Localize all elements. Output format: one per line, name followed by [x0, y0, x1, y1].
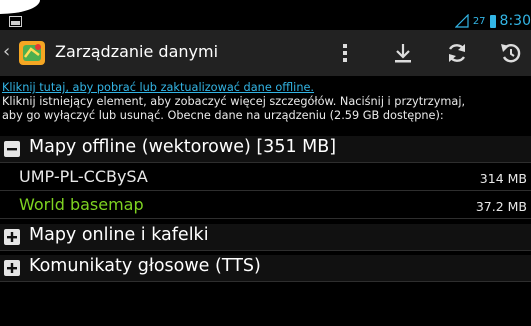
download-button[interactable] [388, 38, 418, 68]
item-size: 314 MB [479, 171, 527, 186]
overflow-menu-button[interactable] [330, 38, 360, 68]
undo-button[interactable] [496, 38, 526, 68]
battery-level: 27 [472, 15, 486, 27]
list-item-ump-pl[interactable]: UMP-PL-CCBySA 314 MB [0, 164, 531, 191]
page-title: Zarządzanie danymi [55, 42, 219, 61]
status-indicators: 27 8:30 [454, 12, 531, 30]
signal-icon [454, 14, 469, 28]
action-bar: ‹ Zarządzanie danymi [0, 30, 531, 76]
group-label: Komunikaty głosowe (TTS) [29, 256, 261, 276]
item-size: 37.2 MB [475, 199, 527, 214]
group-label: Mapy online i kafelki [29, 225, 209, 245]
download-icon [395, 44, 411, 63]
undo-icon [501, 44, 521, 63]
group-label: Mapy offline (wektorowe) [351 MB] [29, 137, 337, 157]
gallery-notification-icon [9, 16, 22, 27]
battery-icon [489, 14, 496, 28]
collapse-icon[interactable] [4, 141, 20, 157]
status-bar: 27 8:30 [0, 0, 531, 30]
clock: 8:30 [499, 13, 531, 29]
expand-icon[interactable] [4, 229, 20, 245]
overflow-menu-icon [343, 44, 347, 62]
group-online-maps[interactable]: Mapy online i kafelki [0, 224, 531, 251]
expand-icon[interactable] [4, 260, 20, 276]
refresh-button[interactable] [442, 38, 472, 68]
back-chevron-icon[interactable]: ‹ [3, 43, 10, 61]
item-name: World basemap [19, 195, 144, 214]
list-item-world-basemap[interactable]: World basemap 37.2 MB [0, 192, 531, 219]
group-voice-prompts[interactable]: Komunikaty głosowe (TTS) [0, 255, 531, 282]
download-update-link[interactable]: Kliknij tutaj, aby pobrać lub zaktualizo… [2, 81, 531, 95]
app-logo-icon[interactable] [16, 37, 48, 69]
refresh-icon [448, 44, 466, 62]
info-line-1: Kliknij istniejący element, aby zobaczyć… [2, 95, 466, 108]
item-name: UMP-PL-CCBySA [19, 167, 148, 186]
group-offline-maps[interactable]: Mapy offline (wektorowe) [351 MB] [0, 136, 531, 163]
info-line-2: aby go wyłączyć lub usunąć. Obecne dane … [2, 109, 444, 122]
info-text: Kliknij tutaj, aby pobrać lub zaktualizo… [2, 81, 531, 123]
